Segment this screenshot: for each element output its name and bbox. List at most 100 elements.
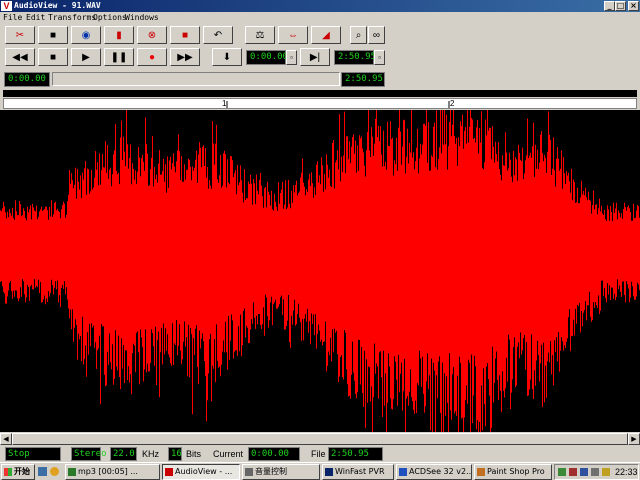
taskbar: 开始 mp3 [00:05] ... AudioView - ... 音量控制 … <box>0 462 640 480</box>
stop-button[interactable]: ■ <box>38 48 68 66</box>
tv-icon <box>325 468 333 476</box>
record-mark-icon: ⊗ <box>147 29 157 41</box>
menu-file[interactable]: File <box>3 12 22 24</box>
scroll-thumb[interactable] <box>12 433 628 445</box>
pause-icon: ❚❚ <box>110 51 128 63</box>
menu-transforms[interactable]: Transforms <box>48 12 96 24</box>
paint-shop-icon <box>477 468 485 476</box>
minimize-button[interactable]: _ <box>604 1 615 11</box>
task-acdsee[interactable]: ACDSee 32 v2... <box>396 464 472 480</box>
tray-antivirus-icon[interactable] <box>569 468 577 476</box>
bits-field: 16 <box>168 447 182 461</box>
time-ruler[interactable]: 1 2 <box>3 98 637 109</box>
close-button[interactable]: × <box>628 1 639 11</box>
file-label: File <box>311 449 326 459</box>
bits-unit: Bits <box>186 449 202 459</box>
browser-icon[interactable] <box>50 467 59 476</box>
scissors-icon: ✂ <box>15 29 25 41</box>
play-icon: ▶ <box>82 51 90 63</box>
horizontal-scrollbar[interactable]: ◀ ▶ <box>0 433 640 445</box>
app-logo-icon[interactable]: V <box>1 1 12 11</box>
windows-logo-icon <box>4 468 12 476</box>
ruler-mark-1: 1 <box>222 99 227 108</box>
sample-rate-unit: KHz <box>142 449 160 459</box>
audioview-icon <box>165 468 173 476</box>
ruler-mark-2: 2 <box>450 99 455 108</box>
loop-button[interactable]: ◉ <box>71 26 101 44</box>
stop-record-icon: ■ <box>181 29 189 41</box>
waveform-view[interactable] <box>0 110 640 432</box>
status-bar: Stop Stereo 22.0 KHz 16 Bits Current 0:0… <box>0 446 640 462</box>
record-button[interactable]: ● <box>137 48 167 66</box>
menu-options[interactable]: Options <box>93 12 127 24</box>
binoculars-button[interactable]: ∞ <box>368 26 385 44</box>
binoculars-icon: ∞ <box>372 29 381 41</box>
scroll-left-button[interactable]: ◀ <box>0 433 12 445</box>
speaker-icon <box>245 468 253 476</box>
current-field: 0:00.00 <box>248 447 300 461</box>
position-set-button[interactable]: ▫ <box>286 50 297 65</box>
play-state: Stop <box>5 447 61 461</box>
tray-network-icon[interactable] <box>558 468 566 476</box>
scroll-right-button[interactable]: ▶ <box>628 433 640 445</box>
show-desktop-icon[interactable] <box>38 467 47 476</box>
snapshot-button[interactable]: ■ <box>38 26 68 44</box>
window-title: AudioView - 91.WAV <box>14 1 101 10</box>
record-mark-button[interactable]: ⊗ <box>137 26 167 44</box>
pause-button[interactable]: ❚❚ <box>104 48 134 66</box>
overview-strip[interactable] <box>3 90 637 97</box>
task-winfast[interactable]: WinFast PVR <box>322 464 394 480</box>
goto-button[interactable]: ⬇ <box>212 48 242 66</box>
waveform-trace <box>0 110 640 432</box>
cut-button[interactable]: ✂ <box>5 26 35 44</box>
task-mp3[interactable]: mp3 [00:05] ... <box>65 464 160 480</box>
position-slider[interactable] <box>52 72 340 86</box>
fast-forward-button[interactable]: ▶▶ <box>170 48 200 66</box>
task-audioview[interactable]: AudioView - ... <box>162 464 240 480</box>
tray-misc-icon[interactable] <box>602 468 610 476</box>
stop-record-button[interactable]: ■ <box>170 26 200 44</box>
clock: 22:33 <box>615 467 638 477</box>
menu-windows[interactable]: Windows <box>125 12 159 24</box>
position-display: 0:00.00 <box>246 50 288 65</box>
marker-button[interactable]: ▮ <box>104 26 134 44</box>
loop-icon: ◉ <box>81 29 91 41</box>
stretch-icon: ⇔ <box>288 29 298 41</box>
tray-monitor-icon[interactable] <box>580 468 588 476</box>
menu-bar: File Edit Transforms Options Windows <box>0 12 640 24</box>
system-tray: 22:33 <box>554 464 639 480</box>
skip-end-icon: ▶| <box>309 51 321 63</box>
balance-icon: ⚖ <box>255 29 265 41</box>
title-bar: V AudioView - 91.WAV _ □ × <box>0 0 640 12</box>
end-display: 2:50.95 <box>334 50 376 65</box>
task-paint-shop-pro[interactable]: Paint Shop Pro <box>474 464 552 480</box>
marker-icon: ▮ <box>116 29 122 41</box>
acdsee-icon <box>399 468 407 476</box>
stretch-button[interactable]: ⇔ <box>278 26 308 44</box>
maximize-button[interactable]: □ <box>615 1 626 11</box>
rewind-button[interactable]: ◀◀ <box>5 48 35 66</box>
play-button[interactable]: ▶ <box>71 48 101 66</box>
total-time-display: 2:50.95 <box>341 72 385 87</box>
rewind-icon: ◀◀ <box>12 51 28 63</box>
task-volume[interactable]: 音量控制 <box>242 464 320 480</box>
channels-field: Stereo <box>71 447 107 461</box>
start-button[interactable]: 开始 <box>1 464 35 480</box>
fade-icon: ◢ <box>322 29 330 41</box>
menu-edit[interactable]: Edit <box>26 12 45 24</box>
media-player-icon <box>68 468 76 476</box>
balance-button[interactable]: ⚖ <box>245 26 275 44</box>
undo-button[interactable]: ↶ <box>203 26 233 44</box>
tray-volume-icon[interactable] <box>591 468 599 476</box>
sample-rate-field: 22.0 <box>110 447 137 461</box>
fade-button[interactable]: ◢ <box>311 26 341 44</box>
fast-forward-icon: ▶▶ <box>177 51 193 63</box>
arrow-left-icon: ◀ <box>3 436 9 443</box>
camera-icon: ■ <box>49 29 57 41</box>
end-set-button[interactable]: ▫ <box>374 50 385 65</box>
arrow-down-icon: ⬇ <box>222 51 232 63</box>
record-icon: ● <box>148 51 156 63</box>
goto-end-button[interactable]: ▶| <box>300 48 330 66</box>
undo-icon: ↶ <box>213 29 223 41</box>
zoom-button[interactable]: ⌕ <box>350 26 367 44</box>
